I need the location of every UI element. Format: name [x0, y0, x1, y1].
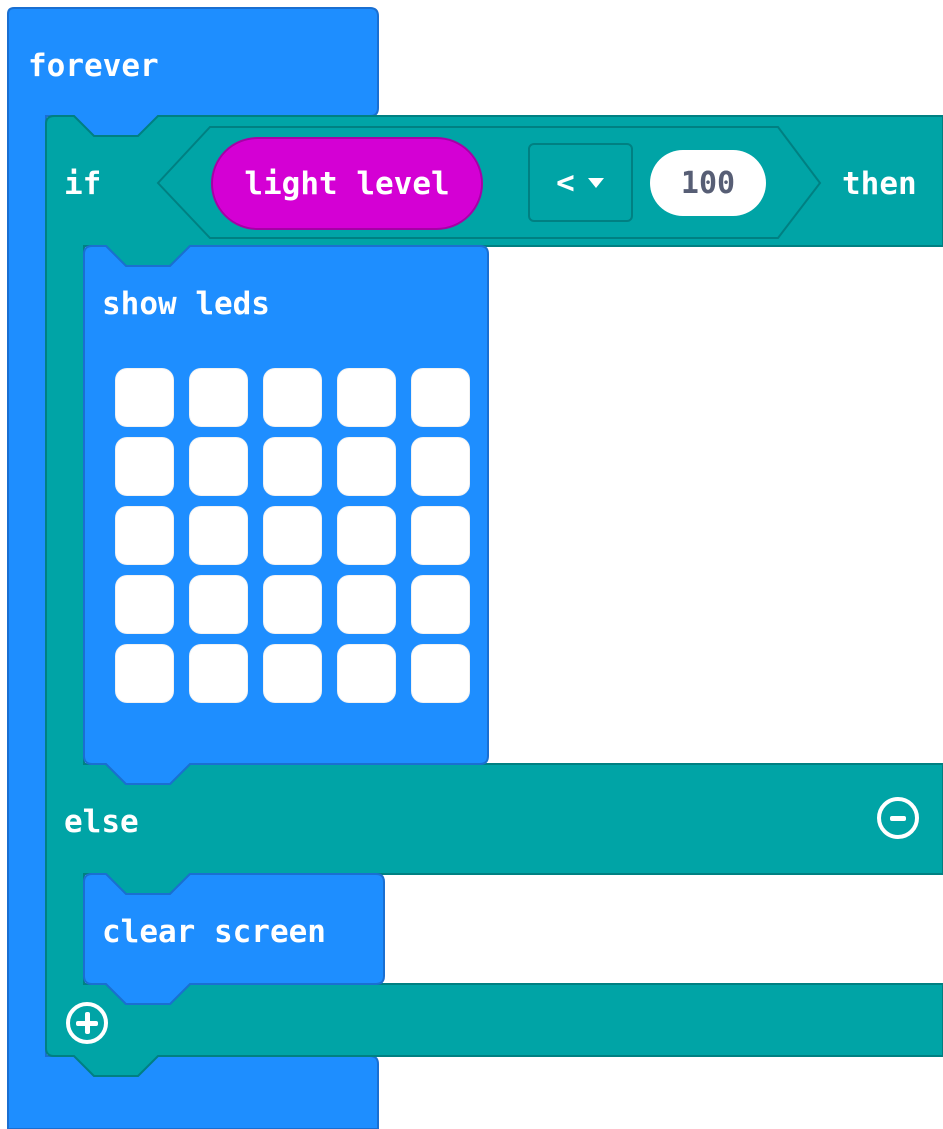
led-cell[interactable] — [263, 437, 322, 496]
led-cell[interactable] — [115, 437, 174, 496]
led-cell[interactable] — [115, 575, 174, 634]
minus-circle-icon[interactable] — [877, 797, 919, 839]
led-cell[interactable] — [337, 644, 396, 703]
led-cell[interactable] — [263, 575, 322, 634]
led-cell[interactable] — [337, 575, 396, 634]
led-cell[interactable] — [189, 368, 248, 427]
light-level-reporter[interactable]: light level — [211, 137, 483, 230]
triangle-down-icon — [587, 177, 604, 188]
led-cell[interactable] — [263, 506, 322, 565]
led-cell[interactable] — [189, 575, 248, 634]
led-cell[interactable] — [411, 575, 470, 634]
forever-label: forever — [28, 48, 159, 84]
led-cell[interactable] — [263, 368, 322, 427]
plus-circle-icon[interactable] — [66, 1002, 108, 1044]
led-cell[interactable] — [189, 437, 248, 496]
led-cell[interactable] — [411, 644, 470, 703]
threshold-value-field[interactable]: 100 — [650, 150, 766, 216]
led-cell[interactable] — [411, 368, 470, 427]
led-cell[interactable] — [337, 506, 396, 565]
light-level-label: light level — [244, 165, 450, 202]
led-cell[interactable] — [263, 644, 322, 703]
led-matrix — [115, 368, 471, 704]
led-cell[interactable] — [411, 437, 470, 496]
then-label: then — [842, 166, 917, 202]
clear-screen-label: clear screen — [102, 914, 326, 950]
led-cell[interactable] — [115, 368, 174, 427]
led-cell[interactable] — [189, 644, 248, 703]
led-cell[interactable] — [411, 506, 470, 565]
show-leds-label: show leds — [102, 286, 270, 322]
led-cell[interactable] — [189, 506, 248, 565]
led-cell[interactable] — [115, 506, 174, 565]
led-cell[interactable] — [337, 437, 396, 496]
if-label: if — [64, 166, 102, 202]
operator-dropdown[interactable]: < — [528, 143, 633, 222]
led-cell[interactable] — [337, 368, 396, 427]
led-cell[interactable] — [115, 644, 174, 703]
operator-label: < — [556, 164, 575, 201]
else-label: else — [64, 804, 139, 840]
